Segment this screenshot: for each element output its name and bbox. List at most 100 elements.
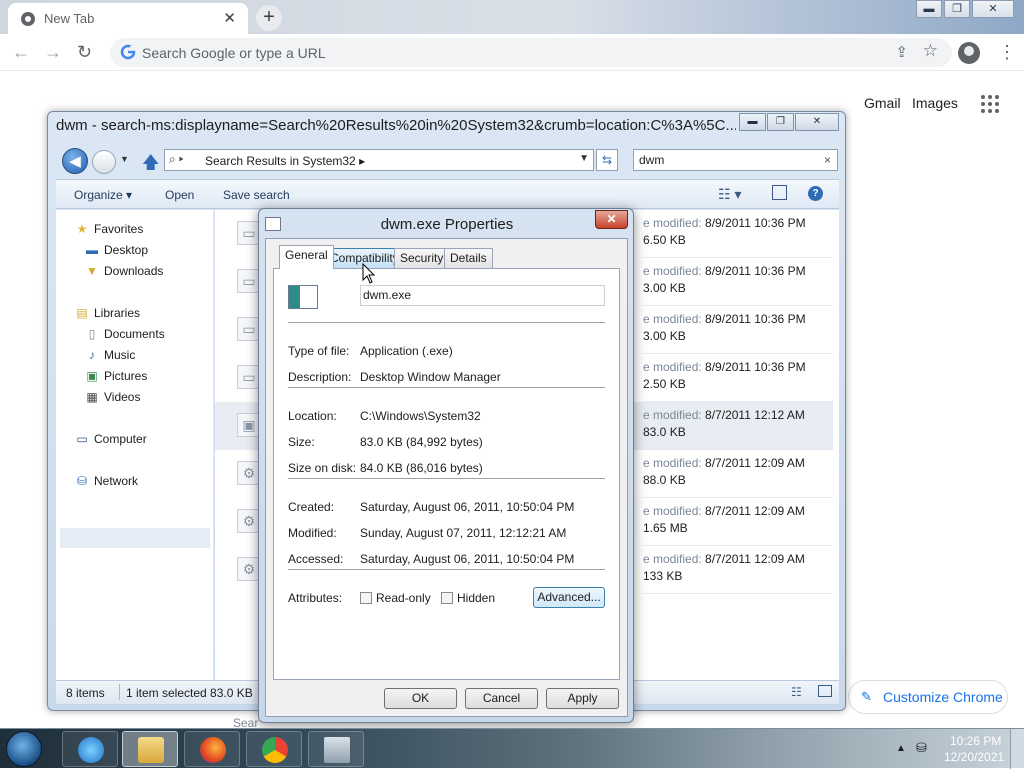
ok-button[interactable]: OK [384,688,457,709]
reload-icon[interactable]: ↻ [77,42,92,63]
maximize-button[interactable]: ❐ [944,0,970,18]
explorer-address-bar[interactable]: ⌕ ▸ Search Results in System32 ▸ ▼ [164,149,594,171]
properties-close-button[interactable]: ✕ [595,210,628,229]
file-size: 133 KB [643,569,683,583]
refresh-icon[interactable]: ⇆ [596,149,618,171]
checkbox-unchecked-icon [360,592,372,604]
back-arrow-icon[interactable]: ← [12,42,30,63]
taskbar-task-manager[interactable] [308,731,364,767]
up-arrow-icon[interactable]: 🡅 [142,150,159,179]
nav-videos[interactable]: ▦ Videos [84,390,140,404]
tab-close-icon[interactable]: ✕ [223,9,236,27]
explorer-close-button[interactable]: ✕ [795,113,839,131]
chrome-favicon-icon [21,12,35,26]
nav-pictures[interactable]: ▣ Pictures [84,369,147,383]
tab-new-tab[interactable]: New Tab ✕ [8,3,248,34]
help-icon[interactable]: ? [808,186,823,201]
search-results-icon: ⌕ ▸ [169,152,184,166]
chrome-window-controls: ▬ ❐ ✕ [914,0,1014,18]
gmail-link[interactable]: Gmail [864,95,901,111]
close-button[interactable]: ✕ [972,0,1014,18]
google-apps-icon[interactable] [981,95,999,113]
explorer-back-button[interactable]: ◀ [62,148,88,174]
explorer-minimize-button[interactable]: ▬ [739,113,766,131]
clock-time[interactable]: 10:26 PM [950,734,1001,748]
size-label: Size: [288,435,315,449]
nav-music[interactable]: ♪ Music [84,348,135,362]
explorer-title: dwm - search-ms:displayname=Search%20Res… [56,117,736,134]
images-link[interactable]: Images [912,95,958,111]
start-button[interactable] [6,731,42,767]
performance-monitor-icon [324,737,350,763]
address-breadcrumb[interactable]: Search Results in System32 ▸ [205,154,365,168]
address-dropdown-icon[interactable]: ▼ [579,153,589,164]
nav-desktop[interactable]: ▬ Desktop [84,243,148,257]
star-icon: ★ [76,222,88,236]
size-value: 83.0 KB (84,992 bytes) [360,435,483,449]
show-hidden-icons-icon[interactable]: ▲ [896,743,906,754]
taskbar-windows-explorer[interactable] [122,731,178,767]
change-view-icon[interactable]: ☷ ▾ [718,186,741,203]
file-name-input[interactable]: dwm.exe [360,285,605,306]
nav-downloads[interactable]: ▼ Downloads [84,264,163,278]
share-icon[interactable]: ⇪ [895,43,908,61]
hidden-checkbox[interactable]: Hidden [441,591,495,605]
recent-pages-dropdown-icon[interactable]: ▼ [120,154,129,164]
open-button[interactable]: Open [165,188,194,202]
bookmark-star-icon[interactable]: ☆ [923,41,938,61]
modified-date: 8/9/2011 10:36 PM [705,312,806,326]
customize-chrome-button[interactable]: ✎ Customize Chrome [848,680,1008,714]
new-tab-button[interactable]: + [256,5,282,31]
large-icons-view-icon[interactable] [818,685,832,697]
explorer-search-input[interactable]: dwm × [633,149,838,171]
read-only-checkbox[interactable]: Read-only [360,591,431,605]
nav-network[interactable]: ⛁ Network [74,474,138,488]
organize-button[interactable]: Organize ▾ [74,188,132,202]
nav-computer-highlight [60,528,210,548]
nav-libraries[interactable]: ▤ Libraries [74,306,140,320]
nav-documents[interactable]: ▯ Documents [84,327,165,341]
nav-computer[interactable]: ▭ Computer [74,432,146,446]
accessed-value: Saturday, August 06, 2011, 10:50:04 PM [360,552,575,566]
omnibox-placeholder[interactable]: Search Google or type a URL [142,45,326,61]
divider [288,569,605,570]
network-tray-icon[interactable]: ⛁ [916,740,927,756]
save-search-button[interactable]: Save search [223,188,290,202]
modified-label: e modified: [643,312,702,326]
omnibox[interactable]: Search Google or type a URL ⇪ ☆ [110,38,952,67]
show-desktop-button[interactable] [1010,729,1024,769]
explorer-maximize-button[interactable]: ❐ [767,113,794,131]
details-view-icon[interactable]: ☷ [791,685,802,699]
clear-search-icon[interactable]: × [824,150,831,170]
nav-favorites[interactable]: ★ Favorites [74,222,144,236]
advanced-button[interactable]: Advanced... [533,587,605,608]
modified-date: 8/9/2011 10:36 PM [705,360,806,374]
modified-label: e modified: [643,456,702,470]
taskbar-firefox[interactable] [184,731,240,767]
preview-pane-icon[interactable] [772,185,787,200]
chrome-menu-icon[interactable]: ⋮ [998,42,1016,63]
modified-label: Modified: [288,526,337,540]
general-tab-panel: dwm.exe Type of file: Application (.exe)… [273,268,620,680]
apply-button[interactable]: Apply [546,688,619,709]
forward-arrow-icon[interactable]: → [44,42,62,63]
clock-date[interactable]: 12/20/2021 [944,750,1004,764]
taskbar-chrome[interactable] [246,731,302,767]
tab-general[interactable]: General [279,245,334,269]
taskbar-internet-explorer[interactable] [62,731,118,767]
cancel-button[interactable]: Cancel [465,688,538,709]
navigation-pane: ★ Favorites ▬ Desktop ▼ Downloads ▤ Librarie… [56,210,214,680]
chrome-toolbar: ← → ↻ Search Google or type a URL ⇪ ☆ ⋮ [0,34,1024,71]
type-of-file-label: Type of file: [288,344,350,358]
videos-icon: ▦ [86,390,98,404]
profile-avatar-icon[interactable] [958,42,980,64]
tab-security[interactable]: Security [394,248,450,268]
explorer-forward-button[interactable] [92,150,116,174]
google-g-icon [120,44,136,60]
minimize-button[interactable]: ▬ [916,0,942,18]
pictures-icon: ▣ [86,369,98,383]
tab-details[interactable]: Details [444,248,493,268]
location-label: Location: [288,409,337,423]
selection-info: 1 item selected 83.0 KB [126,686,253,700]
modified-label: e modified: [643,216,702,230]
